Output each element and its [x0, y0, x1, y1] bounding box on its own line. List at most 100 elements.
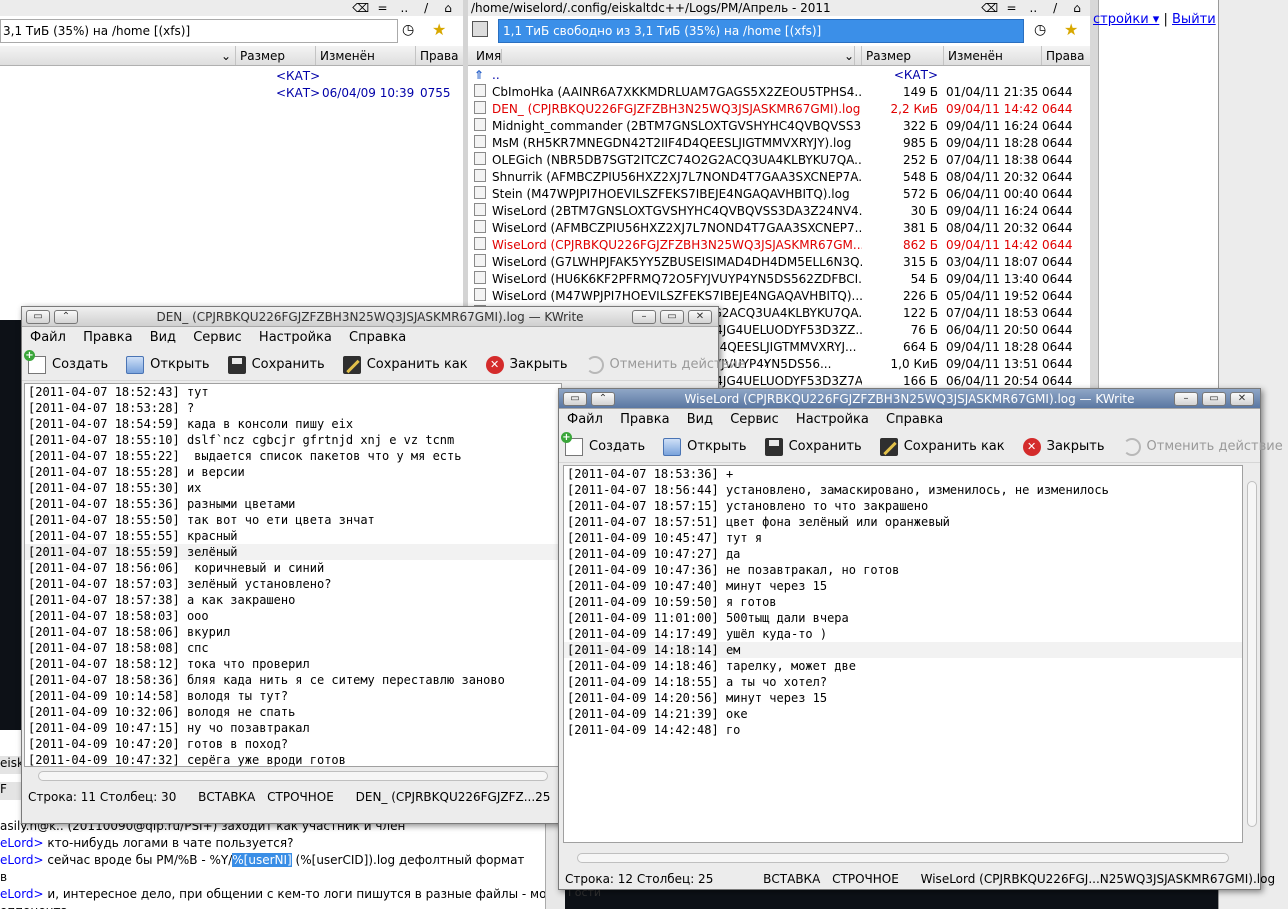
text-line: [2011-04-07 18:55:28] и версии	[28, 465, 245, 479]
home-dir-icon[interactable]: ⌂	[439, 0, 457, 16]
toolbar-overflow-icon[interactable]: ›	[764, 357, 769, 372]
menu-help[interactable]: Справка	[886, 412, 943, 427]
file-row[interactable]: CbImoHka (AAINR6A7XKKMDRLUAM7GAGS5X2ZEOU…	[468, 84, 1090, 101]
open-button[interactable]: Открыть	[663, 437, 747, 456]
text-line: [2011-04-07 18:57:15] установлено то что…	[567, 499, 929, 513]
file-row[interactable]: WiseLord (HU6K6KF2PFRMQ72O5FYJVUYP4YN5DS…	[468, 271, 1090, 288]
settings-link[interactable]: стройки ▾	[1093, 12, 1159, 27]
close-button[interactable]: ✕	[688, 310, 712, 324]
parent-dir-icon: ⇑	[474, 68, 485, 80]
open-button[interactable]: Открыть	[126, 355, 210, 374]
file-row[interactable]: MsM (RH5KR7MNEGDN42T2IIF4D4QEESLJIGTMMVX…	[468, 135, 1090, 152]
save-as-button[interactable]: Сохранить как	[342, 355, 468, 374]
keep-above-button[interactable]: ⌃	[54, 310, 78, 324]
menu-help[interactable]: Справка	[349, 330, 406, 345]
equal-button[interactable]: =	[1003, 0, 1021, 16]
col-name-header[interactable]: Имя ⌄	[468, 46, 862, 65]
close-button[interactable]: ✕	[1230, 392, 1254, 406]
menu-settings[interactable]: Настройка	[259, 330, 332, 345]
horizontal-scrollbar[interactable]	[24, 768, 562, 784]
close-doc-button[interactable]: Закрыть	[485, 355, 568, 374]
col-perms-header[interactable]: Права	[416, 46, 463, 65]
col-modified-header[interactable]: Изменён	[944, 46, 1042, 65]
horizontal-scrollbar[interactable]	[563, 850, 1243, 866]
new-button[interactable]: Создать	[24, 349, 108, 374]
wrap-mode[interactable]: СТРОЧНОЕ	[832, 872, 899, 886]
window-titlebar[interactable]: ▭ ⌃ DEN_ (CPJRBKQU226FGJZFZBH3N25WQ3JSJA…	[22, 307, 718, 327]
insert-mode[interactable]: ВСТАВКА	[763, 872, 820, 886]
undo-button[interactable]: Отменить действие	[585, 355, 746, 374]
save-as-button[interactable]: Сохранить как	[879, 437, 1005, 456]
text-editor[interactable]: [2011-04-07 18:53:36] + [2011-04-07 18:56…	[563, 465, 1243, 843]
list-item[interactable]: <КАТ>	[0, 68, 463, 85]
sort-chevron-icon[interactable]: ⌄	[0, 46, 236, 65]
file-row[interactable]: Shnurrik (AFMBCZPIU56HXZ2XJ7L7NOND4T7GAA…	[468, 169, 1090, 186]
clear-path-icon[interactable]: ⌫	[981, 0, 999, 16]
maximize-button[interactable]: ▭	[660, 310, 684, 324]
up-dir-button[interactable]: ..	[1024, 0, 1042, 16]
save-button[interactable]: Сохранить	[764, 437, 862, 456]
equal-button[interactable]: =	[374, 0, 392, 16]
undo-button[interactable]: Отменить действие	[1122, 437, 1283, 456]
window-menu-button[interactable]: ▭	[26, 310, 50, 324]
file-row[interactable]: WiseLord (CPJRBKQU226FGJZFZBH3N25WQ3JSJA…	[468, 237, 1090, 254]
file-row[interactable]: WiseLord (G7LWHPJFAK5YY5ZBUSEISIMAD4DH4D…	[468, 254, 1090, 271]
file-row[interactable]: WiseLord (2BTM7GNSLOXTGVSHYHC4QVBQVSS3DA…	[468, 203, 1090, 220]
logout-link[interactable]: Выйти	[1172, 12, 1216, 27]
root-dir-button[interactable]: /	[417, 0, 435, 16]
minimize-button[interactable]: –	[632, 310, 656, 324]
text-line: [2011-04-07 18:55:36] разными цветами	[28, 497, 296, 511]
list-item[interactable]: <КАТ> 06/04/09 10:39 0755	[0, 85, 463, 102]
minimize-button[interactable]: –	[1174, 392, 1198, 406]
menu-tools[interactable]: Сервис	[193, 330, 242, 345]
wrap-mode[interactable]: СТРОЧНОЕ	[267, 790, 334, 804]
menu-settings[interactable]: Настройка	[796, 412, 869, 427]
maximize-button[interactable]: ▭	[1202, 392, 1226, 406]
file-row[interactable]: WiseLord (AFMBCZPIU56HXZ2XJ7L7NOND4T7GAA…	[468, 220, 1090, 237]
window-menu-button[interactable]: ▭	[563, 392, 587, 406]
new-button[interactable]: Создать	[561, 431, 645, 456]
menu-edit[interactable]: Правка	[83, 330, 132, 345]
file-row[interactable]: Stein (M47WPJPI7HOEVILSZFEKS7IBEJE4NGAQA…	[468, 186, 1090, 203]
menu-file[interactable]: Файл	[567, 412, 603, 427]
window-titlebar[interactable]: ▭ ⌃ WiseLord (CPJRBKQU226FGJZFZBH3N25WQ3…	[559, 389, 1260, 409]
clear-path-icon[interactable]: ⌫	[352, 0, 370, 16]
col-modified-header[interactable]: Изменён	[316, 46, 416, 65]
menu-view[interactable]: Вид	[687, 412, 713, 427]
menu-edit[interactable]: Правка	[620, 412, 669, 427]
chat-side-tab-f[interactable]: F	[0, 782, 22, 800]
col-size-header[interactable]: Размер	[236, 46, 316, 65]
bookmark-star-icon[interactable]: ★	[1064, 20, 1078, 39]
menu-view[interactable]: Вид	[150, 330, 176, 345]
up-dir-button[interactable]: ..	[395, 0, 413, 16]
file-row[interactable]: OLEGich (NBR5DB7SGT2ITCZC74O2G2ACQ3UA4KL…	[468, 152, 1090, 169]
col-size-header[interactable]: Размер	[862, 46, 944, 65]
file-perm: 0644	[1042, 204, 1073, 218]
drive-icon[interactable]	[472, 21, 488, 37]
save-button[interactable]: Сохранить	[227, 355, 325, 374]
sort-chevron-icon[interactable]: ⌄	[840, 46, 855, 65]
current-path[interactable]: /home/wiselord/.config/eiskaltdc++/Logs/…	[471, 1, 831, 15]
menu-tools[interactable]: Сервис	[730, 412, 779, 427]
file-row[interactable]: DEN_ (CPJRBKQU226FGJZFZBH3N25WQ3JSJASKMR…	[468, 101, 1090, 118]
file-row[interactable]: WiseLord (M47WPJPI7HOEVILSZFEKS7IBEJE4NG…	[468, 288, 1090, 305]
vertical-scrollbar[interactable]	[1245, 465, 1259, 843]
chat-side-tab[interactable]: eiskalt	[0, 756, 39, 774]
text-line: [2011-04-07 18:55:22] выдается список па…	[28, 449, 462, 463]
home-dir-icon[interactable]: ⌂	[1068, 0, 1086, 16]
menu-file[interactable]: Файл	[30, 330, 66, 345]
file-row[interactable]: Midnight_commander (2BTM7GNSLOXTGVSHYHC4…	[468, 118, 1090, 135]
save-as-icon	[879, 437, 898, 456]
right-panel-scrollbar[interactable]	[1090, 0, 1098, 390]
file-row[interactable]: ⇑.. <КАТ>	[468, 67, 1090, 84]
bookmark-star-icon[interactable]: ★	[432, 20, 446, 39]
text-editor[interactable]: [2011-04-07 18:52:43] тут [2011-04-07 18:…	[24, 383, 562, 767]
keep-above-button[interactable]: ⌃	[591, 392, 615, 406]
close-doc-button[interactable]: Закрыть	[1022, 437, 1105, 456]
text-line: [2011-04-07 18:55:59] зелёный	[25, 544, 561, 560]
history-icon[interactable]: ◷	[1034, 22, 1046, 38]
root-dir-button[interactable]: /	[1046, 0, 1064, 16]
col-perms-header[interactable]: Права	[1042, 46, 1090, 65]
insert-mode[interactable]: ВСТАВКА	[198, 790, 255, 804]
history-icon[interactable]: ◷	[402, 22, 414, 38]
